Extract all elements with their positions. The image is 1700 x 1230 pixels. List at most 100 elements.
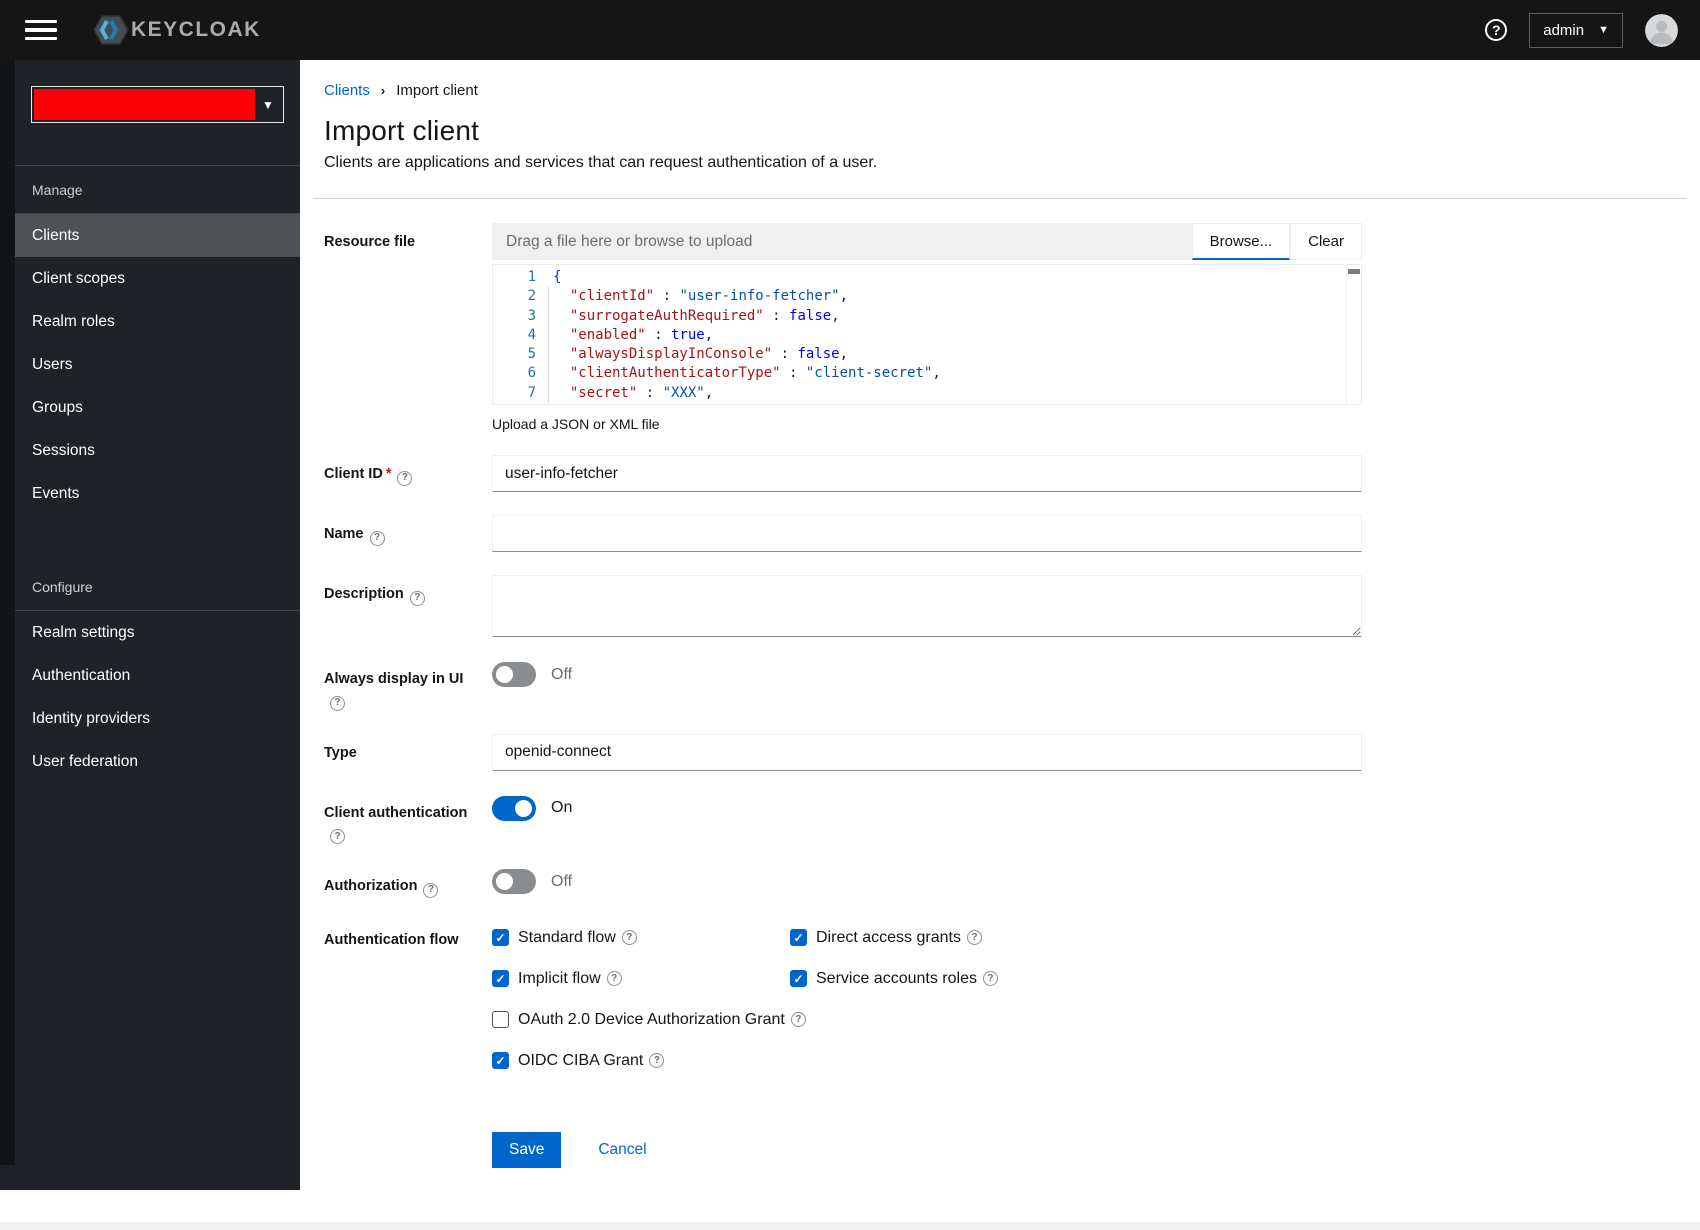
checkbox-implicit-flow[interactable]: ✓ Implicit flow? [492, 970, 790, 988]
file-upload-group: Drag a file here or browse to upload Bro… [492, 223, 1362, 260]
checkbox-standard-flow[interactable]: ✓ Standard flow? [492, 929, 790, 947]
nav-list-configure: Realm settings Authentication Identity pro… [15, 611, 300, 783]
avatar[interactable] [1645, 13, 1678, 47]
sidebar-item-clients[interactable]: Clients [0, 214, 300, 257]
checkbox-checked-icon[interactable]: ✓ [492, 970, 509, 987]
brand-text: KEYCLOAK [131, 18, 261, 41]
keycloak-logo: KEYCLOAK [85, 12, 261, 48]
resource-file-label: Resource file [324, 234, 416, 250]
question-circle-icon[interactable]: ? [330, 829, 345, 844]
editor-scrollbar[interactable] [1346, 265, 1361, 404]
checkbox-direct-access-grants[interactable]: ✓ Direct access grants? [790, 929, 1362, 947]
breadcrumb-clients-link[interactable]: Clients [324, 82, 370, 99]
checkbox-checked-icon[interactable]: ✓ [790, 929, 807, 946]
name-label: Name? [324, 515, 484, 546]
hamburger-menu-icon[interactable] [25, 17, 57, 43]
checkbox-label: OAuth 2.0 Device Authorization Grant [518, 1010, 785, 1028]
sidebar-item-label: Groups [32, 398, 83, 416]
sidebar-item-client-scopes[interactable]: Client scopes [0, 257, 300, 300]
toggle-state-label: Off [551, 665, 573, 683]
save-button[interactable]: Save [492, 1131, 562, 1168]
sidebar-item-label: Identity providers [32, 709, 151, 727]
sidebar: ▼ Manage Clients Client scopes Realm roles… [0, 60, 300, 1190]
question-circle-icon[interactable]: ? [982, 971, 998, 986]
checkbox-checked-icon[interactable]: ✓ [492, 1052, 509, 1069]
toggle-state-label: On [551, 799, 573, 816]
checkbox-service-accounts-roles[interactable]: ✓ Service accounts roles? [790, 970, 1362, 988]
description-textarea[interactable] [492, 575, 1362, 637]
checkbox-checked-icon[interactable]: ✓ [492, 929, 509, 946]
line-number: 5 [527, 346, 536, 363]
sidebar-item-label: Events [32, 484, 80, 502]
question-circle-icon[interactable]: ? [330, 695, 345, 711]
question-circle-icon[interactable]: ? [397, 470, 413, 486]
sidebar-item-label: Client scopes [32, 269, 126, 287]
code-line: 4 "enabled" : true, [493, 325, 1361, 346]
question-circle-icon[interactable]: ? [606, 971, 622, 986]
sidebar-edge-strip [0, 60, 15, 1165]
code-lines: 1{2 "clientId" : "user-info-fetcher", 3 "… [493, 268, 1361, 404]
question-circle-icon[interactable]: ? [649, 1053, 665, 1068]
type-input[interactable] [492, 733, 1362, 771]
nav-list-manage: Clients Client scopes Realm roles Users Grou… [0, 214, 300, 515]
sidebar-item-realm-roles[interactable]: Realm roles [0, 300, 300, 343]
browse-button[interactable]: Browse... [1191, 223, 1291, 260]
page-subtitle: Clients are applications and services th… [324, 154, 878, 171]
user-menu-dropdown[interactable]: admin ▼ [1529, 12, 1623, 48]
authentication-flow-options: ✓ Standard flow? ✓ Direct access grants? ✓ Im… [492, 921, 1362, 1070]
code-line: 7 "secret" : "XXX", [493, 383, 1361, 404]
code-line: 2 "clientId" : "user-info-fetcher", [493, 287, 1361, 307]
client-authentication-label: Client authentication ? [324, 794, 484, 844]
checkbox-oauth-2-0-device-authorization-grant[interactable]: OAuth 2.0 Device Authorization Grant? [492, 1011, 1362, 1029]
realm-selector[interactable]: ▼ [31, 86, 284, 123]
breadcrumb: Clients › Import client [324, 82, 1676, 99]
checkbox-label: Standard flow [518, 928, 616, 946]
checkbox-oidc-ciba-grant[interactable]: ✓ OIDC CIBA Grant? [492, 1052, 790, 1070]
authorization-toggle[interactable] [492, 869, 536, 894]
client-authentication-toggle[interactable] [492, 795, 536, 821]
cancel-button[interactable]: Cancel [592, 1140, 652, 1160]
chevron-right-icon: › [380, 83, 386, 98]
editor-scrollbar-thumb[interactable] [1348, 269, 1360, 274]
sidebar-item-events[interactable]: Events [0, 472, 300, 515]
realm-name-redacted [34, 89, 255, 120]
sidebar-item-users[interactable]: Users [0, 343, 300, 386]
sidebar-item-label: Realm roles [32, 312, 115, 330]
sidebar-item-label: Authentication [32, 666, 131, 684]
question-circle-icon[interactable]: ? [966, 930, 982, 945]
sidebar-item-user-federation[interactable]: User federation [0, 740, 300, 783]
upload-helper-text: Upload a JSON or XML file [492, 416, 660, 432]
sidebar-item-identity-providers[interactable]: Identity providers [0, 697, 300, 740]
checkbox-label: Implicit flow [518, 969, 601, 987]
page-title: Import client [324, 115, 480, 146]
breadcrumb-current: Import client [396, 82, 478, 99]
sidebar-item-groups[interactable]: Groups [0, 386, 300, 429]
line-number: 1 [527, 269, 536, 285]
question-circle-icon[interactable]: ? [790, 1012, 806, 1027]
main-content: Clients › Import client Import client Cl… [300, 60, 1700, 1230]
sidebar-item-label: Realm settings [32, 623, 135, 641]
always-display-label: Always display in UI? [324, 660, 484, 711]
always-display-toggle[interactable] [492, 662, 536, 687]
checkbox-checked-icon[interactable]: ✓ [790, 970, 807, 987]
clear-button[interactable]: Clear [1290, 223, 1362, 260]
nav-section-title-configure: Configure [32, 579, 93, 595]
help-icon[interactable]: ? [1485, 19, 1508, 41]
question-circle-icon[interactable]: ? [369, 530, 385, 546]
sidebar-item-label: Sessions [32, 441, 95, 459]
nav-section-title-manage: Manage [32, 182, 83, 198]
question-circle-icon[interactable]: ? [423, 882, 439, 898]
sidebar-item-sessions[interactable]: Sessions [0, 429, 300, 472]
sidebar-item-realm-settings[interactable]: Realm settings [0, 611, 300, 654]
sidebar-item-authentication[interactable]: Authentication [0, 654, 300, 697]
resource-file-code-editor[interactable]: 1{2 "clientId" : "user-info-fetcher", 3 "… [492, 264, 1362, 405]
keycloak-logo-icon [93, 15, 129, 45]
file-upload-dropzone[interactable]: Drag a file here or browse to upload [492, 223, 1192, 260]
name-input[interactable] [492, 515, 1362, 552]
code-line: 5 "alwaysDisplayInConsole" : false, [493, 345, 1361, 365]
checkbox-unchecked-icon[interactable] [492, 1011, 509, 1028]
line-number: 4 [527, 326, 536, 343]
question-circle-icon[interactable]: ? [409, 590, 425, 606]
question-circle-icon[interactable]: ? [621, 930, 637, 945]
client-id-input[interactable] [492, 455, 1362, 492]
